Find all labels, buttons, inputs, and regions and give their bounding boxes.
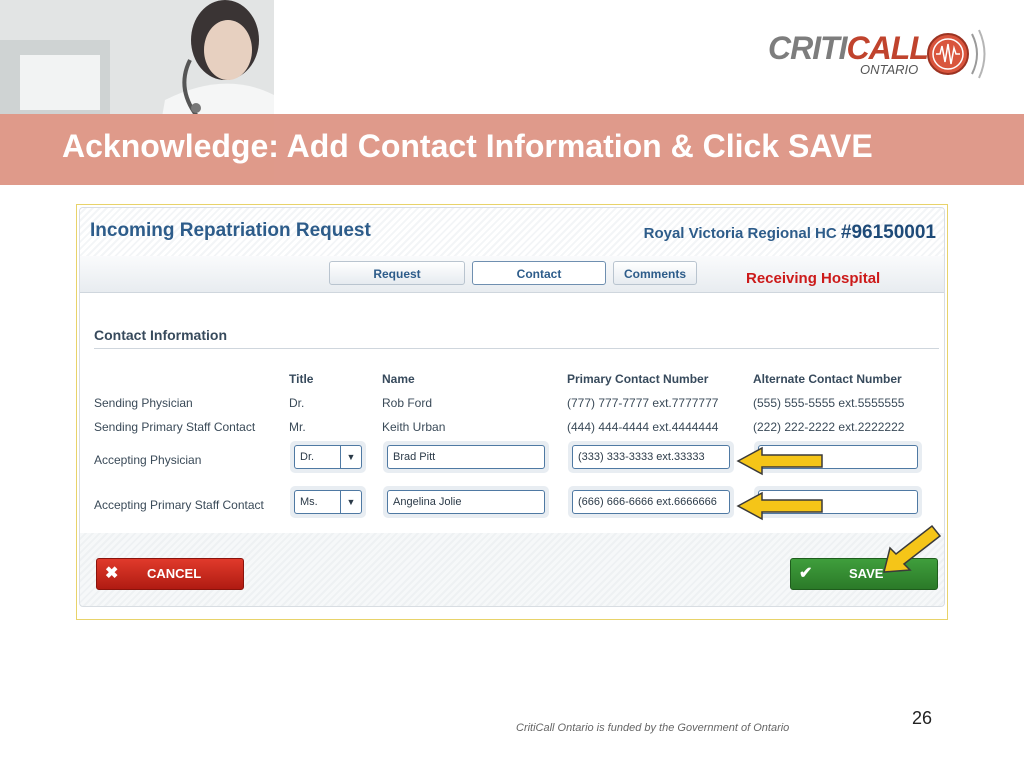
criticall-logo: CRITICALL ONTARIO <box>768 22 998 84</box>
cancel-button[interactable]: ✖ CANCEL <box>96 558 244 590</box>
row-role: Sending Physician <box>94 396 193 410</box>
row-name: Rob Ford <box>382 396 433 410</box>
page-number: 26 <box>912 708 933 728</box>
accepting-physician-primary-wrap: (333) 333-3333 ext.33333 <box>568 441 734 473</box>
column-header-primary: Primary Contact Number <box>567 372 709 386</box>
accepting-physician-label: Accepting Physician <box>94 453 202 467</box>
accepting-staff-label: Accepting Primary Staff Contact <box>94 498 264 512</box>
accepting-physician-name-wrap: Brad Pitt <box>383 441 549 473</box>
column-header-alternate: Alternate Contact Number <box>753 372 902 386</box>
accepting-physician-primary-input[interactable]: (333) 333-3333 ext.33333 <box>572 445 730 469</box>
row-role: Sending Primary Staff Contact <box>94 420 256 434</box>
accepting-physician-title-wrap: Dr. ▼ <box>290 441 366 473</box>
row-alternate-number: (222) 222-2222 ext.2222222 <box>753 420 905 434</box>
accepting-staff-title-select[interactable]: Ms. ▼ <box>294 490 362 514</box>
row-name: Keith Urban <box>382 420 446 434</box>
row-primary-number: (777) 777-7777 ext.7777777 <box>567 396 719 410</box>
slide-title: Acknowledge: Add Contact Information & C… <box>62 128 873 164</box>
column-header-name: Name <box>382 372 415 386</box>
tab-contact-information[interactable]: Contact Information <box>472 261 606 305</box>
tab-request-information[interactable]: Request Information <box>329 261 465 305</box>
accepting-physician-title-select[interactable]: Dr. ▼ <box>294 445 362 469</box>
row-primary-number: (444) 444-4444 ext.4444444 <box>567 420 719 434</box>
cancel-label: CANCEL <box>147 566 202 581</box>
annotation-arrow-left-icon <box>736 491 823 521</box>
select-value: Ms. <box>300 496 318 508</box>
annotation-arrow-diagonal-icon <box>883 524 942 573</box>
request-id: #96150001 <box>840 222 936 243</box>
receiving-hospital-label: Receiving Hospital <box>746 270 881 287</box>
tab-comments[interactable]: Comments <box>613 261 697 285</box>
accepting-staff-primary-wrap: (666) 666-6666 ext.6666666 <box>568 486 734 518</box>
chevron-down-icon[interactable]: ▼ <box>340 491 361 513</box>
accepting-staff-title-wrap: Ms. ▼ <box>290 486 366 518</box>
hospital-header: Royal Victoria Regional HC #96150001 <box>644 222 936 244</box>
section-divider <box>94 348 939 349</box>
save-label: SAVE <box>849 566 884 581</box>
row-title: Dr. <box>289 396 305 410</box>
app-screenshot-panel: Incoming Repatriation Request Royal Vict… <box>76 204 948 620</box>
app-title: Incoming Repatriation Request <box>90 220 371 241</box>
annotation-arrow-left-icon <box>736 446 823 476</box>
checkmark-icon: ✔ <box>799 565 813 582</box>
accepting-staff-primary-input[interactable]: (666) 666-6666 ext.6666666 <box>572 490 730 514</box>
column-header-title: Title <box>289 372 314 386</box>
app-window: Incoming Repatriation Request Royal Vict… <box>79 207 945 607</box>
logo-part2: CALL <box>846 30 929 66</box>
logo-part1: CRITI <box>768 30 848 66</box>
logo-subtitle: ONTARIO <box>860 62 919 77</box>
accepting-staff-name-wrap: Angelina Jolie <box>383 486 549 518</box>
chevron-down-icon[interactable]: ▼ <box>340 446 361 468</box>
app-header: Incoming Repatriation Request Royal Vict… <box>80 208 944 257</box>
row-title: Mr. <box>289 420 306 434</box>
funding-note: CritiCall Ontario is funded by the Gover… <box>516 722 790 734</box>
logo-signal-icon <box>927 29 986 79</box>
section-title: Contact Information <box>94 327 227 343</box>
select-value: Dr. <box>300 451 315 463</box>
accepting-physician-name-input[interactable]: Brad Pitt <box>387 445 545 469</box>
close-icon: ✖ <box>105 565 119 582</box>
hospital-name: Royal Victoria Regional HC <box>643 225 837 242</box>
accepting-staff-name-input[interactable]: Angelina Jolie <box>387 490 545 514</box>
row-alternate-number: (555) 555-5555 ext.5555555 <box>753 396 905 410</box>
